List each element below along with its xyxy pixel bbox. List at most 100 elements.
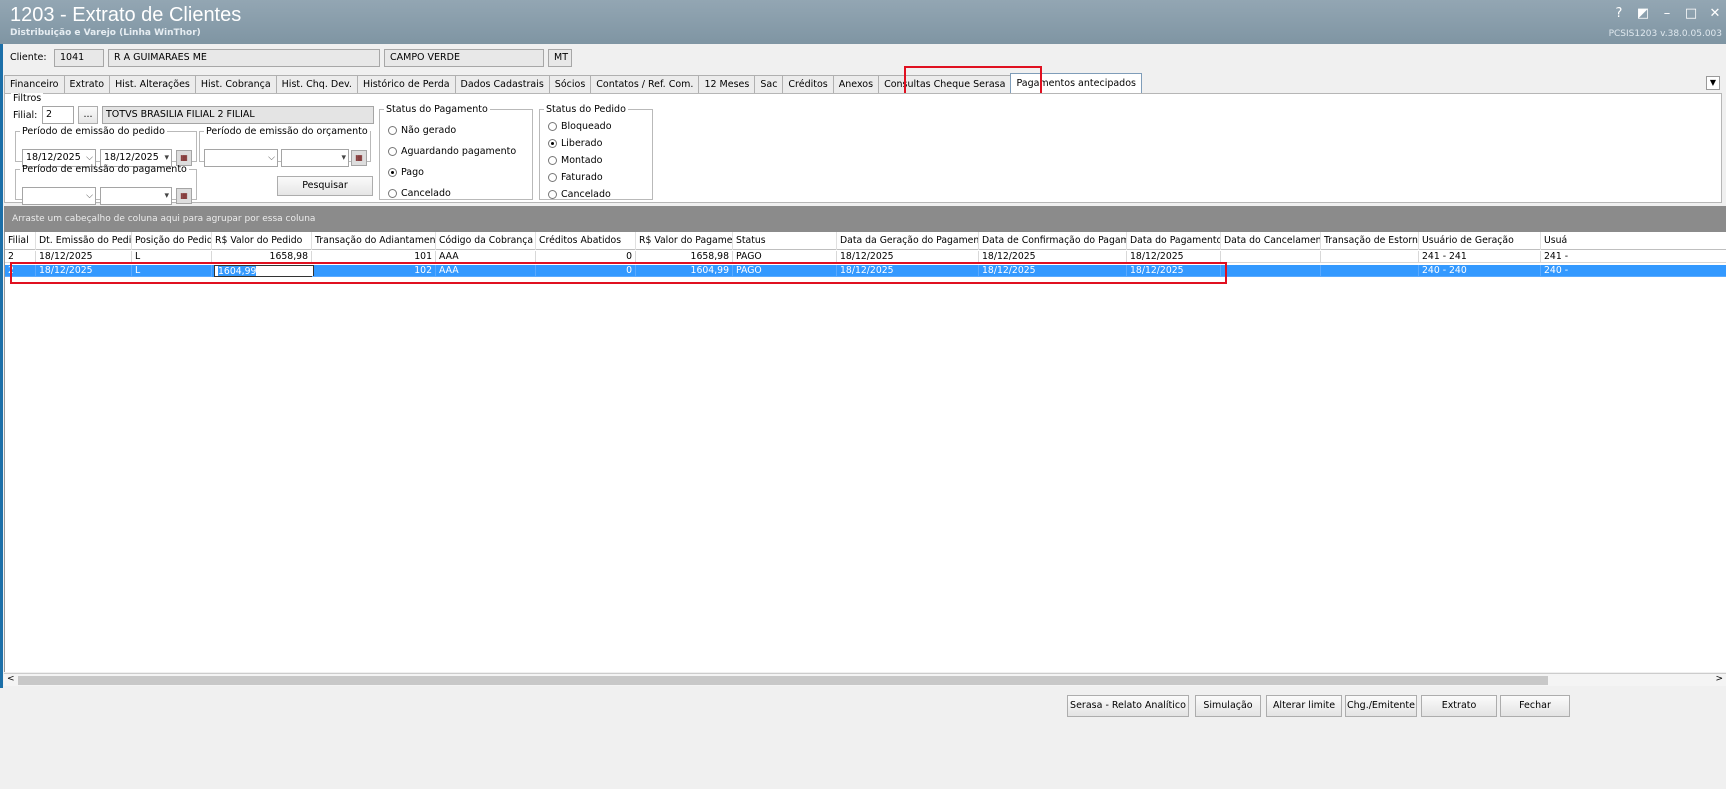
- maximize-icon[interactable]: □: [1684, 6, 1698, 21]
- simulacao-button[interactable]: Simulação: [1195, 695, 1261, 717]
- column-header-transacao-adiantamento[interactable]: Transação do Adiantamento: [312, 232, 436, 250]
- cell-creditos[interactable]: 0: [536, 251, 636, 263]
- tab-12-meses[interactable]: 12 Meses: [698, 75, 756, 94]
- column-header-posicao[interactable]: Posição do Pedido: [132, 232, 212, 250]
- table-row-selected[interactable]: 2 18/12/2025 L 1604,99 102 AAA 0 1604,99…: [5, 265, 1726, 277]
- fechar-button[interactable]: Fechar: [1500, 695, 1570, 717]
- tab-pagamentos-antecipados[interactable]: Pagamentos antecipados: [1010, 73, 1142, 94]
- cell-transacao[interactable]: 102: [312, 265, 436, 277]
- chevron-down-icon[interactable]: ⌵: [268, 150, 275, 166]
- calendar-icon[interactable]: ▦: [351, 150, 367, 166]
- tab-hist-alteracoes[interactable]: Hist. Alterações: [109, 75, 196, 94]
- dropdown-arrow-icon[interactable]: ▾: [341, 150, 346, 166]
- filial-input[interactable]: 2: [42, 106, 74, 124]
- cell-data-cancelamento[interactable]: [1221, 265, 1321, 277]
- tab-hist-cobranca[interactable]: Hist. Cobrança: [194, 75, 277, 94]
- column-header-data-pagamento[interactable]: Data do Pagamento: [1127, 232, 1221, 250]
- tab-contatos-ref-com[interactable]: Contatos / Ref. Com.: [590, 75, 700, 94]
- cell-data-confirmacao[interactable]: 18/12/2025: [979, 251, 1127, 263]
- group-by-area[interactable]: Arraste um cabeçalho de coluna aqui para…: [4, 206, 1726, 232]
- radio-pago[interactable]: Pago: [388, 167, 424, 178]
- cell-posicao[interactable]: L: [132, 265, 212, 277]
- orcamento-date-from[interactable]: ⌵: [204, 149, 278, 167]
- cell-valor-pedido-editing[interactable]: 1604,99: [214, 265, 314, 277]
- column-header-data-confirmacao[interactable]: Data de Confirmação do Pagamento: [979, 232, 1127, 250]
- pagamento-date-to[interactable]: ▾: [100, 187, 172, 205]
- horizontal-scrollbar[interactable]: < >: [4, 673, 1726, 686]
- filial-lookup-button[interactable]: ...: [78, 106, 98, 124]
- scroll-thumb[interactable]: [18, 676, 1548, 685]
- radio-bloqueado[interactable]: Bloqueado: [548, 121, 612, 132]
- cell-transacao[interactable]: 101: [312, 251, 436, 263]
- tab-scroll-down-icon[interactable]: ▼: [1706, 76, 1720, 90]
- cell-filial[interactable]: 2: [5, 265, 36, 277]
- orcamento-date-to[interactable]: ▾: [281, 149, 349, 167]
- column-header-creditos-abatidos[interactable]: Créditos Abatidos: [536, 232, 636, 250]
- alterar-limite-button[interactable]: Alterar limite: [1266, 695, 1342, 717]
- calendar-icon[interactable]: ▦: [176, 188, 192, 204]
- column-header-data-geracao[interactable]: Data da Geração do Pagamento: [837, 232, 979, 250]
- close-icon[interactable]: ✕: [1708, 6, 1722, 21]
- radio-cancelado-pedido[interactable]: Cancelado: [548, 189, 611, 200]
- minimize-icon[interactable]: –: [1660, 6, 1674, 21]
- cell-status[interactable]: PAGO: [733, 251, 837, 263]
- extrato-button[interactable]: Extrato: [1421, 695, 1497, 717]
- column-header-status[interactable]: Status: [733, 232, 837, 250]
- cell-usuario-more[interactable]: 240 -: [1541, 265, 1726, 277]
- cell-codigo-cobranca[interactable]: AAA: [436, 251, 536, 263]
- radio-montado[interactable]: Montado: [548, 155, 602, 166]
- restore-icon[interactable]: ◩: [1636, 6, 1650, 21]
- cell-usuario-more[interactable]: 241 -: [1541, 251, 1726, 263]
- cell-data-cancelamento[interactable]: [1221, 251, 1321, 263]
- cell-usuario-geracao[interactable]: 240 - 240: [1419, 265, 1541, 277]
- help-icon[interactable]: ?: [1612, 6, 1626, 21]
- chg-emitente-button[interactable]: Chg./Emitente: [1345, 695, 1417, 717]
- tab-creditos[interactable]: Créditos: [782, 75, 834, 94]
- column-header-usuario-more[interactable]: Usuá: [1541, 232, 1726, 250]
- cell-data-geracao[interactable]: 18/12/2025: [837, 265, 979, 277]
- cell-dt-emissao[interactable]: 18/12/2025: [36, 265, 132, 277]
- cell-status[interactable]: PAGO: [733, 265, 837, 277]
- cell-valor-pagamento[interactable]: 1658,98: [636, 251, 733, 263]
- cell-transacao-estorno[interactable]: [1321, 265, 1419, 277]
- cell-codigo-cobranca[interactable]: AAA: [436, 265, 536, 277]
- tab-dados-cadastrais[interactable]: Dados Cadastrais: [454, 75, 550, 94]
- tab-hist-chq-dev[interactable]: Hist. Chq. Dev.: [275, 75, 358, 94]
- tab-extrato[interactable]: Extrato: [63, 75, 111, 94]
- table-row[interactable]: 2 18/12/2025 L 1658,98 101 AAA 0 1658,98…: [5, 251, 1726, 263]
- column-header-valor-pagamento[interactable]: R$ Valor do Pagamento: [636, 232, 733, 250]
- column-header-dt-emissao[interactable]: Dt. Emissão do Pedido: [36, 232, 132, 250]
- cell-valor-pedido[interactable]: 1658,98: [212, 251, 312, 263]
- pesquisar-button[interactable]: Pesquisar: [277, 176, 373, 196]
- cell-data-confirmacao[interactable]: 18/12/2025: [979, 265, 1127, 277]
- cell-data-pagamento[interactable]: 18/12/2025: [1127, 251, 1221, 263]
- dropdown-arrow-icon[interactable]: ▾: [164, 188, 169, 204]
- tab-anexos[interactable]: Anexos: [832, 75, 880, 94]
- tab-consultas-cheque-serasa[interactable]: Consultas Cheque Serasa: [878, 75, 1012, 94]
- radio-liberado[interactable]: Liberado: [548, 138, 602, 149]
- tab-historico-perda[interactable]: Histórico de Perda: [356, 75, 456, 94]
- cell-posicao[interactable]: L: [132, 251, 212, 263]
- tab-sac[interactable]: Sac: [754, 75, 784, 94]
- scroll-left-icon[interactable]: <: [7, 674, 15, 684]
- radio-faturado[interactable]: Faturado: [548, 172, 603, 183]
- cell-transacao-estorno[interactable]: [1321, 251, 1419, 263]
- cell-valor-pagamento[interactable]: 1604,99: [636, 265, 733, 277]
- column-header-usuario-geracao[interactable]: Usuário de Geração: [1419, 232, 1541, 250]
- scroll-right-icon[interactable]: >: [1715, 674, 1723, 684]
- radio-cancelado-pagamento[interactable]: Cancelado: [388, 188, 451, 199]
- column-header-codigo-cobranca[interactable]: Código da Cobrança: [436, 232, 536, 250]
- column-header-transacao-estorno[interactable]: Transação de Estorno: [1321, 232, 1419, 250]
- radio-nao-gerado[interactable]: Não gerado: [388, 125, 456, 136]
- client-code-field[interactable]: 1041: [54, 49, 104, 67]
- column-header-data-cancelamento[interactable]: Data do Cancelamento: [1221, 232, 1321, 250]
- cell-data-geracao[interactable]: 18/12/2025: [837, 251, 979, 263]
- column-header-filial[interactable]: Filial: [5, 232, 36, 250]
- tab-socios[interactable]: Sócios: [548, 75, 592, 94]
- radio-aguardando-pagamento[interactable]: Aguardando pagamento: [388, 146, 516, 157]
- cell-data-pagamento[interactable]: 18/12/2025: [1127, 265, 1221, 277]
- cell-filial[interactable]: 2: [5, 251, 36, 263]
- column-header-valor-pedido[interactable]: R$ Valor do Pedido: [212, 232, 312, 250]
- tab-financeiro[interactable]: Financeiro: [4, 75, 65, 94]
- chevron-down-icon[interactable]: ⌵: [86, 188, 93, 204]
